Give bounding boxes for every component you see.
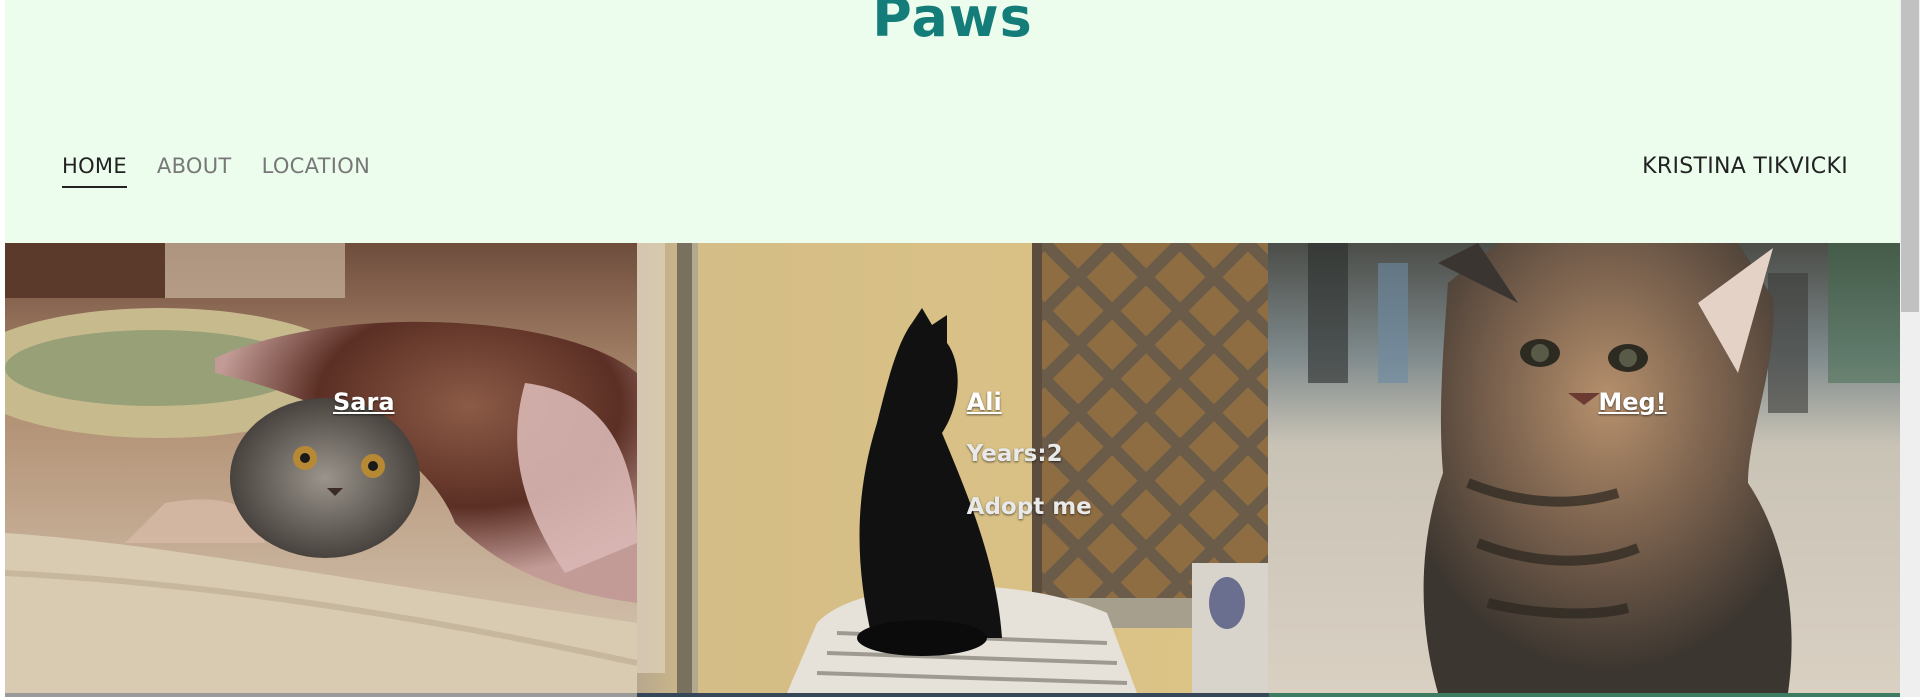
cat-photo-ali <box>636 243 1269 693</box>
cat-gallery: Sara Ali Years:2 Adopt me Meg! <box>5 243 1901 693</box>
page: Paws HOME ABOUT LOCATION KRISTINA TIKVIC… <box>5 0 1901 697</box>
cat-name-link-meg[interactable]: Meg! <box>1598 388 1666 416</box>
cat-name-link-sara[interactable]: Sara <box>333 388 395 416</box>
cat-photo-meg <box>1268 243 1901 693</box>
nav-about-link[interactable]: ABOUT <box>157 154 232 188</box>
scrollbar-thumb[interactable] <box>1901 0 1919 312</box>
adopt-me-link-ali[interactable]: Adopt me <box>967 494 1092 520</box>
gallery-bottom-border <box>5 693 1900 697</box>
cat-photo-sara <box>5 243 637 693</box>
cat-card-sara[interactable]: Sara <box>5 243 637 693</box>
author-name: KRISTINA TIKVICKI <box>1642 154 1848 179</box>
brand-title: Paws <box>872 0 1033 49</box>
nav-home-link[interactable]: HOME <box>62 154 127 188</box>
page-scrollbar[interactable] <box>1900 0 1920 697</box>
nav-location-link[interactable]: LOCATION <box>262 154 371 188</box>
cat-age-ali: Years:2 <box>966 441 1063 467</box>
cat-name-link-ali[interactable]: Ali <box>967 388 1002 416</box>
cat-card-meg[interactable]: Meg! <box>1268 243 1901 693</box>
site-header: Paws HOME ABOUT LOCATION KRISTINA TIKVIC… <box>5 0 1900 243</box>
cat-card-ali[interactable]: Ali Years:2 Adopt me <box>636 243 1269 693</box>
main-nav: HOME ABOUT LOCATION <box>62 154 370 188</box>
